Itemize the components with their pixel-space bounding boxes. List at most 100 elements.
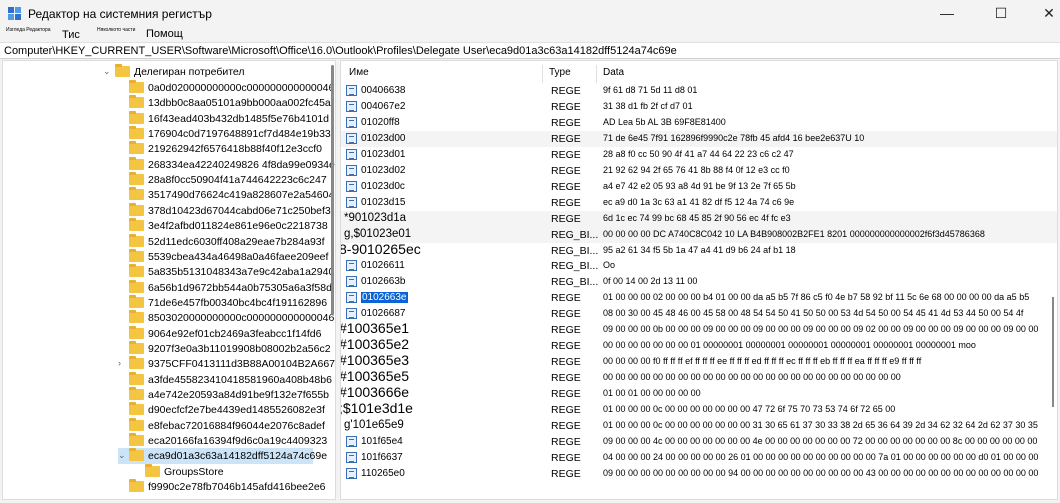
list-row[interactable]: g'101e65e9 REGE 01 00 00 00 0c 00 00 00 00… xyxy=(341,418,1057,434)
tree-item[interactable]: 9064e92ef01cb2469a3feabcc1f14fd6 xyxy=(3,326,333,342)
menu-item-help[interactable]: Помощ xyxy=(146,28,183,40)
tree-item[interactable]: 13dbb0c8aa05101a9bb000aa002fc45a xyxy=(3,95,333,111)
chevron-down-icon[interactable]: ⌄ xyxy=(103,66,111,76)
column-header-name[interactable]: Име xyxy=(349,67,369,83)
list-row[interactable]: 01026687 REGE 08 00 30 00 45 48 46 00 45 5… xyxy=(341,306,1057,322)
tree-item[interactable]: a3fde455823410418581960a408b48b6 xyxy=(3,372,333,388)
tree-item[interactable]: 0a0d020000000000c000000000000046 xyxy=(3,80,334,96)
value-name[interactable]: 01026687 xyxy=(361,308,406,319)
tree-item[interactable]: 5539cbea434a46498a0a46faee209eef xyxy=(3,249,333,265)
list-row[interactable]: 01023d00 REGE 71 de 6e45 7f91 162896f9990c… xyxy=(341,131,1057,147)
values-list[interactable]: Име Type Data 00406638 REGE 9f 61 d8 71 5d… xyxy=(340,60,1058,500)
tree-item[interactable]: eca20166fa16394f9d6c0a19c4409323 xyxy=(3,433,333,449)
list-row[interactable]: #100365e3 REGE 00 00 00 00 f0 ff ff ff ef … xyxy=(341,352,1057,370)
list-row[interactable]: 01023d02 REGE 21 92 62 94 2f 65 76 41 8b 8… xyxy=(341,163,1057,179)
tree-item[interactable]: 16f43ead403b432db1485f5e76b4101d xyxy=(3,111,333,127)
value-name[interactable]: #100365e1 xyxy=(341,320,409,336)
tree-item[interactable]: a4e742e20593a84d91be9f132e7f655b xyxy=(3,387,333,403)
list-row[interactable]: 110265e0 REGE 09 00 00 00 00 00 00 00 00 0… xyxy=(341,466,1057,482)
tree-item[interactable]: 28a8f0cc50904f41a744642223c6c247 xyxy=(3,172,333,188)
list-row[interactable]: 101f65e4 REGE 09 00 00 00 4c 00 00 00 00 0… xyxy=(341,434,1057,450)
list-row[interactable]: 01026611 REG_BI... Oo xyxy=(341,258,1057,274)
chevron-right-icon[interactable]: › xyxy=(118,358,126,368)
list-row[interactable]: #100365e1 REGE 09 00 00 00 0b 00 00 00 09 … xyxy=(341,320,1057,338)
tree-scrollbar[interactable] xyxy=(331,65,334,315)
tree-item[interactable]: e8febac72016884f96044e2076c8adef xyxy=(3,418,333,434)
value-name[interactable]: ;$101e3d1e xyxy=(341,400,413,416)
list-row[interactable]: 8-9010265ec REG_BI... 95 a2 61 34 f5 5b 1a… xyxy=(341,241,1057,259)
tree-item[interactable]: 378d10423d67044cabd06e71c250bef3 xyxy=(3,203,333,219)
value-name[interactable]: 00406638 xyxy=(361,85,406,96)
value-name[interactable]: g,$01023e01 xyxy=(344,228,411,240)
binary-value-icon xyxy=(346,181,357,192)
tree-item[interactable]: 219262942f6576418b88f40f12e3ccf0 xyxy=(3,141,333,157)
list-row[interactable]: g,$01023e01 REG_BI... 00 00 00 00 DC A740C… xyxy=(341,227,1057,243)
value-name[interactable]: 01020ff8 xyxy=(361,117,400,128)
chevron-down-icon[interactable]: ⌄ xyxy=(118,450,126,460)
value-name[interactable]: 01023d15 xyxy=(361,197,406,208)
value-name[interactable]: 01023d01 xyxy=(361,149,406,160)
value-name[interactable]: 101f6637 xyxy=(361,452,403,463)
list-row[interactable]: #100365e5 REGE 00 00 00 00 00 00 00 00 00 … xyxy=(341,368,1057,386)
tree-item[interactable]: 8503020000000000c000000000000046 xyxy=(3,310,334,326)
value-name[interactable]: #100365e3 xyxy=(341,352,409,368)
value-name[interactable]: 01026611 xyxy=(361,260,405,271)
list-row[interactable]: 004067e2 REGE 31 38 d1 fb 2f cf d7 01 xyxy=(341,99,1057,115)
tree-item[interactable]: 6a56b1d9672bb544a0b75305a6a3f58d xyxy=(3,280,333,296)
list-row[interactable]: #100365e2 REGE 00 00 00 00 00 00 00 01 000… xyxy=(341,336,1057,354)
value-name[interactable]: #1003666e xyxy=(341,384,409,400)
value-name[interactable]: 01023d0c xyxy=(361,181,405,192)
address-path[interactable]: Computer\HKEY_CURRENT_USER\Software\Micr… xyxy=(4,45,677,57)
value-name[interactable]: 110265e0 xyxy=(361,468,405,479)
column-divider[interactable] xyxy=(542,65,543,83)
list-row[interactable]: #1003666e REGE 01 00 01 00 00 00 00 00 xyxy=(341,384,1057,402)
value-name[interactable]: #100365e2 xyxy=(341,336,409,352)
registry-tree[interactable]: ⌄ Делегиран потребител 0a0d020000000000c… xyxy=(2,60,336,500)
list-row[interactable]: 01020ff8 REGE AD Lea 5b AL 3B 69F8E81400 xyxy=(341,115,1057,131)
tree-item[interactable]: 9207f3e0a3b11019908b08002b2a56c2 xyxy=(3,341,333,357)
tree-item[interactable]: › 9375CFF0413111d3B88A00104B2A6676 xyxy=(3,356,335,372)
column-divider[interactable] xyxy=(596,65,597,83)
address-bar[interactable]: Computer\HKEY_CURRENT_USER\Software\Micr… xyxy=(0,42,1060,59)
menu-item-3[interactable]: Няколкото части xyxy=(97,27,135,33)
list-row[interactable]: 01023d0c REGE a4 e7 42 e2 05 93 a8 4d 91 b… xyxy=(341,179,1057,195)
tree-item[interactable]: 3e4f2afbd011824e861e96e0c2218738 xyxy=(3,218,333,234)
tree-item-child[interactable]: GroupsStore xyxy=(3,464,333,480)
list-row[interactable]: 01023d15 REGE ec a9 d0 1a 3c 63 a1 41 82 d… xyxy=(341,195,1057,211)
list-row[interactable]: 0102663b REG_BI... 0f 00 14 00 2d 13 11 00 xyxy=(341,274,1057,290)
menu-item-1[interactable]: Изгледа Редактора xyxy=(6,27,51,33)
value-name[interactable]: 0102663b xyxy=(361,276,406,287)
column-header-data[interactable]: Data xyxy=(603,67,624,83)
tree-item[interactable]: 52d11edc6030ff408a29eae7b284a93f xyxy=(3,234,333,250)
column-header-type[interactable]: Type xyxy=(549,67,571,83)
value-name[interactable]: #100365e5 xyxy=(341,368,409,384)
value-name[interactable]: 101f65e4 xyxy=(361,436,403,447)
close-button[interactable]: ✕ xyxy=(1026,0,1060,26)
value-name[interactable]: *901023d1a xyxy=(344,212,406,224)
list-row[interactable]: ;$101e3d1e REGE 01 00 00 00 0c 00 00 00 00… xyxy=(341,400,1057,418)
list-row[interactable]: 01023d01 REGE 28 a8 f0 cc 50 90 4f 41 a7 4… xyxy=(341,147,1057,163)
list-row[interactable]: *901023d1a REGE 6d 1c ec 74 99 bc 68 45 85… xyxy=(341,211,1057,227)
minimize-button[interactable]: — xyxy=(924,0,970,26)
list-row[interactable]: 00406638 REGE 9f 61 d8 71 5d 11 d8 01 xyxy=(341,83,1057,99)
value-name[interactable]: g'101e65e9 xyxy=(344,419,404,431)
tree-item[interactable]: 176904c0d7197648891cf7d484e19b33 xyxy=(3,126,333,142)
tree-item[interactable]: 268334ea42240249826 4f8da99e0934e xyxy=(3,157,335,173)
list-row[interactable]: 101f6637 REGE 04 00 00 00 24 00 00 00 00 0… xyxy=(341,450,1057,466)
value-name[interactable]: 0102663e xyxy=(361,292,408,303)
tree-item-parent[interactable]: ⌄ Делегиран потребител xyxy=(3,64,333,80)
tree-item[interactable]: ⌄ eca9d01a3c63a14182dff5124a74c69e xyxy=(118,448,327,464)
tree-item[interactable]: 71de6e457fb00340bc4bc4f191162896 xyxy=(3,295,333,311)
list-row[interactable]: 0102663e REGE 01 00 00 00 02 00 00 00 b4 0… xyxy=(341,290,1057,306)
menu-item-2[interactable]: Тис xyxy=(62,29,80,41)
tree-item[interactable]: f9990c2e78fb7046b145afd416bee2e6 xyxy=(3,479,333,495)
value-name[interactable]: 004067e2 xyxy=(361,101,406,112)
value-name[interactable]: 01023d00 xyxy=(361,133,406,144)
maximize-button[interactable]: ☐ xyxy=(978,0,1024,26)
tree-item[interactable]: d90ecfcf2e7be4439ed1485526082e3f xyxy=(3,402,333,418)
list-scrollbar[interactable] xyxy=(1052,297,1054,407)
tree-item[interactable]: 3517490d76624c419a828607e2a54604 xyxy=(3,187,334,203)
value-name[interactable]: 01023d02 xyxy=(361,165,406,176)
tree-item[interactable]: 5a835b5131048343a7e9c42aba1a2940 xyxy=(3,264,334,280)
value-name[interactable]: 8-9010265ec xyxy=(341,241,421,257)
